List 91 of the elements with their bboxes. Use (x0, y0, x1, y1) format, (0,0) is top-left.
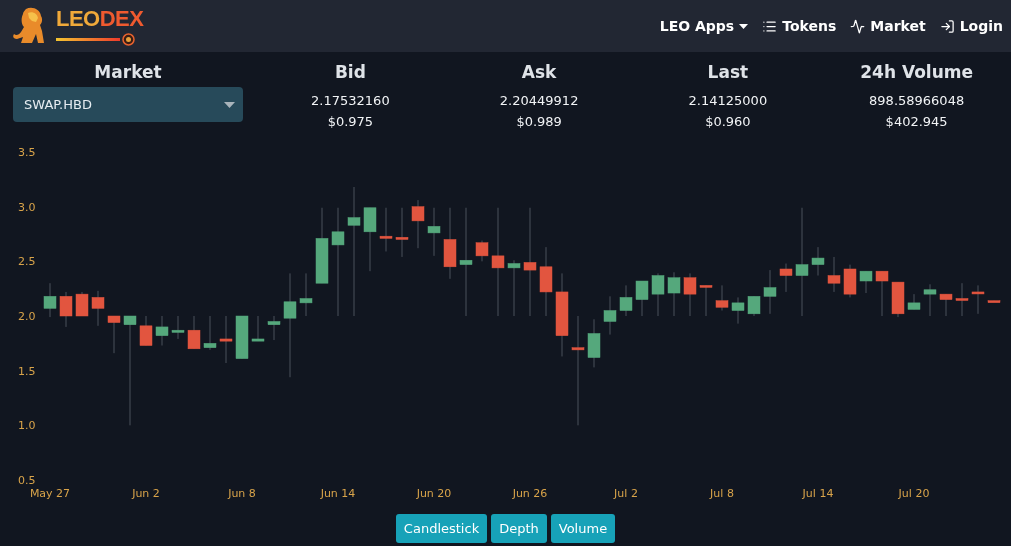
axis-label: 1.0 (18, 419, 36, 433)
candlestick (811, 246, 825, 277)
axis-label: 2.5 (18, 255, 36, 269)
logo-text: LEODEX (56, 6, 144, 31)
price-value: 2.17532160 (311, 92, 390, 110)
stat-heading: Bid (334, 61, 366, 84)
candlestick (395, 207, 409, 258)
candlestick (379, 207, 393, 252)
candlestick (603, 295, 617, 336)
candlestick (907, 293, 921, 310)
list-icon (762, 18, 778, 34)
axis-label: 3.0 (18, 200, 36, 214)
axis-label: Jun 8 (228, 487, 256, 500)
axis-label: Jun 26 (512, 487, 548, 500)
candlestick (875, 270, 889, 317)
axis-label: Jul 2 (614, 487, 638, 500)
axis-label: Jun 2 (132, 487, 160, 500)
candlestick (859, 270, 873, 294)
candlestick (155, 315, 169, 346)
axis-label: Jul 8 (710, 487, 734, 500)
candlestick (235, 315, 249, 360)
candlestick (683, 272, 697, 317)
price-value: 2.20449912 (499, 92, 579, 110)
candlestick (619, 284, 633, 317)
stat-heading: Market (94, 61, 162, 84)
nav-link[interactable]: Market (850, 18, 926, 34)
usd-value: $402.945 (885, 113, 948, 131)
logo-underline (56, 37, 120, 41)
caret-icon (739, 23, 749, 29)
axis-label: Jun 14 (320, 487, 356, 500)
candlestick (715, 284, 729, 312)
candlestick (219, 315, 233, 364)
stat-heading: Ask (521, 61, 557, 84)
candlestick (507, 259, 521, 317)
axis-label: 3.5 (18, 146, 36, 159)
nav-link[interactable]: Tokens (762, 18, 837, 34)
candlestick (763, 269, 777, 315)
candlestick (939, 293, 953, 317)
activity-icon (850, 18, 866, 34)
candlestick (667, 271, 681, 317)
candlestick (891, 281, 905, 318)
candlestick (427, 207, 441, 257)
candlestick (203, 315, 217, 351)
stat-heading: 24h Volume (860, 61, 973, 84)
axis-label: 2.0 (18, 310, 36, 323)
candlestick (251, 315, 265, 342)
stat-heading: Last (707, 61, 749, 84)
candlestick (43, 282, 57, 318)
nav-link[interactable]: Login (939, 18, 1003, 34)
axis-label: Jul 14 (802, 487, 834, 500)
axis-label: Jul 20 (898, 487, 930, 500)
nav-link[interactable]: LEO Apps (659, 18, 749, 34)
candlestick (827, 256, 841, 293)
login-icon (939, 18, 955, 34)
market-select[interactable]: SWAP.HBD (13, 87, 243, 122)
candlestick (267, 315, 281, 341)
axis-label: 1.5 (18, 364, 36, 378)
candlestick (363, 207, 377, 272)
candlestick (955, 282, 969, 317)
usd-value: $0.960 (705, 113, 751, 131)
candlestick (587, 318, 601, 368)
candlestick (843, 264, 857, 298)
candlestick (299, 272, 313, 317)
candlestick (59, 291, 73, 328)
usd-value: $0.989 (516, 113, 562, 131)
candlestick (539, 246, 553, 317)
axis-label: Jun 20 (416, 487, 452, 500)
candlestick (171, 315, 185, 340)
candlestick (107, 315, 121, 354)
candlestick (475, 240, 489, 262)
candlestick (731, 296, 745, 325)
candlestick (923, 283, 937, 317)
price-value: 2.14125000 (688, 92, 768, 110)
candlestick (75, 291, 89, 317)
candlestick (779, 263, 793, 293)
candlestick (187, 315, 201, 350)
candlestick (651, 272, 665, 317)
axis-label: May 27 (29, 487, 71, 500)
usd-value: $0.975 (327, 113, 374, 131)
candlestick (635, 280, 649, 317)
axis-label: 0.5 (18, 474, 36, 487)
candlestick (987, 300, 1001, 303)
price-value: 898.58966048 (869, 92, 965, 110)
candlestick (139, 315, 153, 346)
candlestick (747, 295, 761, 317)
candlestick (91, 290, 105, 327)
candlestick (411, 199, 425, 249)
coin-icon (122, 32, 135, 46)
candlestick (971, 284, 985, 315)
candlestick (699, 284, 713, 317)
caret-icon (224, 101, 235, 108)
